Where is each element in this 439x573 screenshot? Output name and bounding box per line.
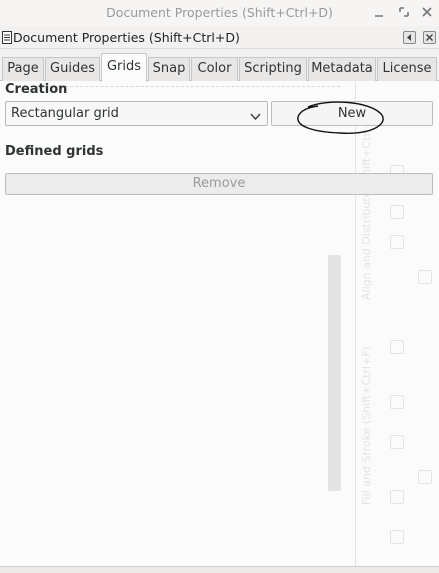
defined-grids-heading: Defined grids: [5, 144, 104, 159]
fill-stroke-label: Fill and Stroke (Shift+Ctrl+F): [360, 346, 373, 505]
tab-color[interactable]: Color: [191, 57, 238, 81]
restore-icon[interactable]: [396, 4, 412, 20]
status-bar: [0, 566, 439, 573]
background-ruler: [30, 83, 340, 87]
document-icon: [2, 31, 12, 44]
tab-scripting[interactable]: Scripting: [239, 57, 307, 81]
ghost-icon: [418, 470, 432, 484]
ghost-icon: [390, 340, 404, 354]
tab-grids[interactable]: Grids: [101, 53, 147, 82]
dock-close-icon[interactable]: [423, 31, 436, 44]
tab-bar: Page Guides Grids Snap Color Scripting M…: [0, 53, 439, 82]
close-icon[interactable]: [419, 4, 435, 20]
scribble-annotation: [297, 101, 384, 134]
tab-page[interactable]: Page: [2, 57, 44, 81]
ghost-icon: [390, 490, 404, 504]
chevron-down-icon: [250, 110, 261, 125]
grid-type-value: Rectangular grid: [11, 106, 119, 121]
dock-left-icon[interactable]: [403, 31, 416, 44]
background-divider: [355, 82, 356, 572]
creation-heading: Creation: [5, 82, 68, 97]
ghost-icon: [390, 395, 404, 409]
ghost-icon: [390, 205, 404, 219]
dock-title: Document Properties (Shift+Ctrl+D): [13, 30, 240, 45]
background-scrollbar: [328, 255, 341, 491]
grid-type-select[interactable]: Rectangular grid: [5, 101, 268, 126]
ghost-icon: [390, 435, 404, 449]
ghost-icon: [418, 270, 432, 284]
tab-guides[interactable]: Guides: [45, 57, 100, 81]
ghost-icon: [390, 235, 404, 249]
tab-snap[interactable]: Snap: [148, 57, 190, 81]
tab-license[interactable]: License: [377, 57, 437, 81]
remove-grid-button[interactable]: Remove: [5, 173, 433, 195]
tab-metadata[interactable]: Metadata: [308, 57, 376, 81]
window-titlebar: Document Properties (Shift+Ctrl+D): [0, 0, 439, 26]
ghost-icon: [390, 530, 404, 544]
dock-header: Document Properties (Shift+Ctrl+D): [0, 27, 439, 49]
minimize-icon[interactable]: [371, 4, 387, 20]
